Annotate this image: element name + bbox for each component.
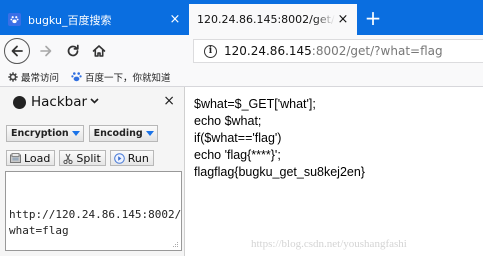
page-source-output: $what=$_GET['what']; echo $what; if($wha… [194,96,365,181]
load-url-button[interactable]: Load [6,150,56,166]
bookmark-label: 百度一下，你就知道 [85,72,171,84]
url-bar[interactable]: i 120.24.86.145 :8002/get/?what=flag [193,39,483,63]
hackbar-logo-icon [13,95,26,109]
run-button[interactable]: Run [109,150,154,166]
hackbar-menu-row: Encryption Encoding [6,125,163,142]
dropdown-arrow-icon [71,131,80,136]
tab-baidu-search[interactable]: bugku_百度搜索 × [0,4,189,35]
split-icon [63,153,73,164]
chevron-down-icon[interactable] [90,97,99,107]
run-label: Run [127,151,149,165]
forward-button[interactable] [35,38,57,64]
flag-output-line: flagflag{bugku_get_su8kej2en} [194,165,365,179]
code-line: if($what=='flag') [194,131,282,145]
site-info-icon[interactable]: i [204,44,217,58]
baidu-paw-icon [71,71,82,82]
gear-icon [8,71,18,82]
close-icon[interactable]: × [163,93,175,109]
tab-strip: bugku_百度搜索 × 120.24.86.145:8002/get/?wha… [0,0,483,35]
hackbar-actions: Load Split Run [6,150,158,166]
url-host: 120.24.86.145 [224,44,312,58]
encryption-dropdown[interactable]: Encryption [6,125,84,142]
load-label: Load [24,151,51,165]
close-icon[interactable]: × [167,12,183,27]
watermark: https://blog.csdn.net/youshangfashi [251,238,407,250]
back-arrow-icon [11,45,23,57]
code-line: $what=$_GET['what']; [194,97,316,111]
bookmark-most-visited[interactable]: 最常访问 [8,70,59,84]
reload-button[interactable] [62,38,84,64]
url-textarea-value: http://120.24.86.145:8002/get/?what=flag [9,208,182,237]
new-tab-button[interactable]: + [360,6,386,32]
resize-grip-icon[interactable] [172,241,179,248]
bookmark-label: 最常访问 [21,72,60,84]
tab-current-page[interactable]: 120.24.86.145:8002/get/?what=flag × [189,4,357,35]
hackbar-title[interactable]: Hackbar [31,94,87,110]
tab-title: 120.24.86.145:8002/get/?what=flag [197,13,335,26]
home-button[interactable] [88,38,110,64]
dropdown-arrow-icon [145,131,154,136]
baidu-paw-icon [8,13,21,26]
url-textarea[interactable]: http://120.24.86.145:8002/get/?what=flag [5,171,182,251]
bookmark-baidu[interactable]: 百度一下，你就知道 [71,70,171,84]
encoding-dropdown[interactable]: Encoding [88,125,158,142]
code-line: echo 'flag{****}'; [194,148,281,162]
play-icon [113,152,125,164]
nav-bar: i 120.24.86.145 :8002/get/?what=flag [0,35,483,67]
hackbar-sidebar: Hackbar × Encryption Encoding Load Split [0,87,185,256]
encryption-label: Encryption [11,128,69,139]
split-url-button[interactable]: Split [59,150,106,166]
split-label: Split [76,151,101,165]
back-button[interactable] [4,38,30,64]
encoding-label: Encoding [93,128,143,139]
code-line: echo $what; [194,114,262,128]
forward-arrow-icon [40,45,52,57]
bookmarks-toolbar: 最常访问 百度一下，你就知道 [0,67,483,87]
hackbar-header: Hackbar × [0,87,185,117]
tab-title: bugku_百度搜索 [28,13,112,27]
close-icon[interactable]: × [335,12,351,27]
load-icon [10,153,21,163]
reload-icon [67,44,79,57]
url-path: :8002/get/?what=flag [311,44,443,58]
home-icon [92,45,106,57]
